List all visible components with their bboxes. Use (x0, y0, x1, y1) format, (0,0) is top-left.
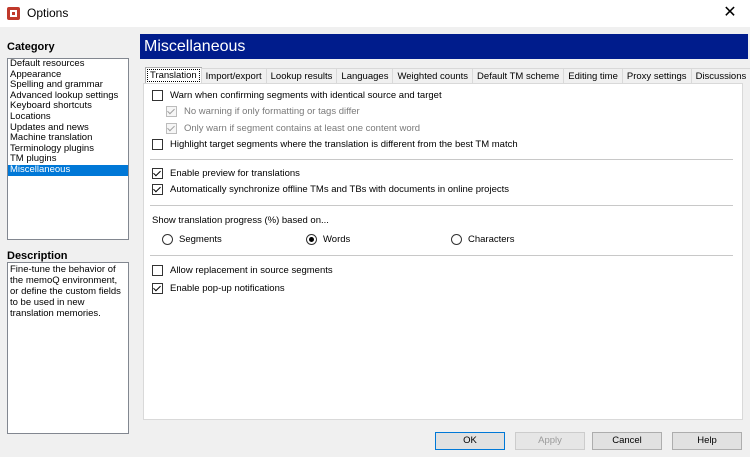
no-warning-formatting-label: No warning if only formatting or tags di… (184, 106, 360, 117)
tab-lookup-results[interactable]: Lookup results (265, 68, 338, 84)
tab-default-tm-scheme[interactable]: Default TM scheme (472, 68, 565, 84)
radio-words[interactable]: Words (306, 234, 350, 245)
category-item[interactable]: Advanced lookup settings (8, 91, 128, 102)
only-warn-content-label: Only warn if segment contains at least o… (184, 123, 421, 134)
category-item[interactable]: TM plugins (8, 154, 128, 165)
category-item[interactable]: Terminology plugins (8, 144, 128, 155)
allow-replacement-checkbox[interactable]: Allow replacement in source segments (152, 265, 333, 276)
divider (150, 205, 733, 206)
highlight-target-label: Highlight target segments where the tran… (170, 139, 518, 150)
highlight-target-checkbox[interactable]: Highlight target segments where the tran… (152, 139, 518, 150)
memoq-app-icon (7, 7, 20, 20)
title-bar: Options ✕ (0, 0, 750, 27)
allow-replacement-label: Allow replacement in source segments (170, 265, 333, 276)
enable-preview-checkbox[interactable]: Enable preview for translations (152, 168, 300, 179)
radio-characters[interactable]: Characters (451, 234, 514, 245)
description-text: Fine-tune the behavior of the memoQ envi… (7, 262, 129, 434)
warn-identical-label: Warn when confirming segments with ident… (170, 90, 442, 101)
help-button[interactable]: Help (672, 432, 742, 450)
auto-sync-checkbox[interactable]: Automatically synchronize offline TMs an… (152, 184, 509, 195)
divider (150, 255, 733, 256)
category-item[interactable]: Updates and news (8, 123, 128, 134)
enable-popup-checkbox[interactable]: Enable pop-up notifications (152, 283, 285, 294)
tab-import-export[interactable]: Import/export (200, 68, 267, 84)
auto-sync-label: Automatically synchronize offline TMs an… (170, 184, 509, 195)
ok-button[interactable]: OK (435, 432, 505, 450)
tab-editing-time[interactable]: Editing time (563, 68, 623, 84)
apply-button[interactable]: Apply (515, 432, 585, 450)
radio-segments[interactable]: Segments (162, 234, 222, 245)
page-title: Miscellaneous (140, 34, 748, 59)
category-item[interactable]: Keyboard shortcuts (8, 101, 128, 112)
cancel-button[interactable]: Cancel (592, 432, 662, 450)
window-title: Options (27, 6, 69, 20)
enable-preview-label: Enable preview for translations (170, 168, 300, 179)
tab-weighted-counts[interactable]: Weighted counts (392, 68, 474, 84)
tab-discussions[interactable]: Discussions (690, 68, 750, 84)
close-icon[interactable]: ✕ (720, 3, 740, 23)
tab-proxy-settings[interactable]: Proxy settings (621, 68, 692, 84)
tab-languages[interactable]: Languages (336, 68, 394, 84)
description-heading: Description (7, 250, 68, 262)
category-item[interactable]: Appearance (8, 70, 128, 81)
category-list[interactable]: Default resources Appearance Spelling and … (7, 58, 129, 240)
tab-strip: Translation Import/export Lookup results La… (145, 67, 750, 84)
category-heading: Category (7, 41, 55, 53)
category-item[interactable]: Spelling and grammar (8, 80, 128, 91)
category-item[interactable]: Machine translation (8, 133, 128, 144)
only-warn-content-checkbox[interactable]: Only warn if segment contains at least o… (166, 123, 420, 134)
radio-words-label: Words (323, 234, 351, 245)
enable-popup-label: Enable pop-up notifications (170, 283, 285, 294)
radio-segments-label: Segments (179, 234, 222, 245)
no-warning-formatting-checkbox[interactable]: No warning if only formatting or tags di… (166, 106, 360, 117)
divider (150, 159, 733, 160)
tab-translation[interactable]: Translation (145, 67, 202, 84)
progress-label: Show translation progress (%) based on..… (152, 215, 329, 226)
warn-identical-checkbox[interactable]: Warn when confirming segments with ident… (152, 90, 442, 101)
category-item[interactable]: Default resources (8, 59, 128, 70)
category-item[interactable]: Locations (8, 112, 128, 123)
radio-characters-label: Characters (468, 234, 515, 245)
category-item[interactable]: Miscellaneous (8, 164, 128, 176)
